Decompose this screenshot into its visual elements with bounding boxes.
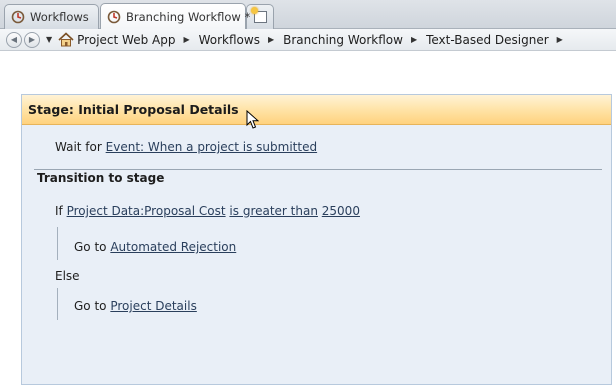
breadcrumb-label: Branching Workflow [283,32,403,47]
stage-block: Stage: Initial Proposal Details Wait for… [21,94,612,385]
condition-operator-link[interactable]: is greater than [229,204,318,218]
breadcrumb-label: Project Web App [77,32,176,47]
mouse-cursor-icon [246,110,259,129]
else-keyword: Else [55,269,80,283]
tab-strip: Workflows Branching Workflow * [0,0,616,29]
designer-canvas: Stage: Initial Proposal Details Wait for… [0,52,616,385]
breadcrumb-bar: ◀ ▶ ▼ Project Web App ▶ Workflows ▶ Bran… [0,29,616,51]
history-dropdown-icon[interactable]: ▼ [46,35,52,44]
breadcrumb-branching-workflow[interactable]: Branching Workflow [283,33,403,47]
chevron-right-icon[interactable]: ▶ [557,35,563,44]
workflow-icon [107,10,121,24]
if-target-link[interactable]: Automated Rejection [110,240,236,254]
chevron-right-icon: ▶ [183,35,190,44]
chevron-right-icon: ▶ [267,35,275,44]
breadcrumb-project-web-app[interactable]: Project Web App [58,32,175,47]
else-branch-bar [57,288,58,320]
section-divider [34,169,602,170]
stage-title[interactable]: Stage: Initial Proposal Details [22,95,611,125]
if-branch-bar [57,227,58,260]
condition-value-link[interactable]: 25000 [322,204,360,218]
tab-workflows[interactable]: Workflows [4,4,99,29]
new-tab-icon [251,7,267,23]
tab-label: Workflows [30,10,89,24]
if-condition-step: If Project Data:Proposal Cost is greater… [55,204,360,218]
home-icon [58,32,74,47]
condition-field-link[interactable]: Project Data:Proposal Cost [67,204,226,218]
workflow-icon [11,10,25,24]
else-goto-step: Go to Project Details [74,299,197,313]
breadcrumb-label: Text-Based Designer [426,32,549,47]
tab-branching-workflow[interactable]: Branching Workflow * [100,3,250,29]
wait-event-link[interactable]: Event: When a project is submitted [106,140,317,154]
if-keyword: If [55,204,63,218]
tab-label: Branching Workflow * [126,9,251,24]
chevron-right-icon: ▶ [410,35,418,44]
goto-prefix: Go to [74,240,107,254]
breadcrumb-text-based-designer[interactable]: Text-Based Designer [426,33,549,47]
forward-arrow-icon[interactable]: ▶ [24,31,40,48]
wait-for-step: Wait for Event: When a project is submit… [55,140,317,154]
else-target-link[interactable]: Project Details [110,299,196,313]
if-goto-step: Go to Automated Rejection [74,240,236,254]
back-arrow-icon[interactable]: ◀ [6,31,22,48]
transition-heading: Transition to stage [37,171,165,185]
breadcrumb-workflows[interactable]: Workflows [199,33,260,47]
wait-prefix: Wait for [55,140,102,154]
goto-prefix: Go to [74,299,107,313]
breadcrumb-label: Workflows [198,32,260,47]
